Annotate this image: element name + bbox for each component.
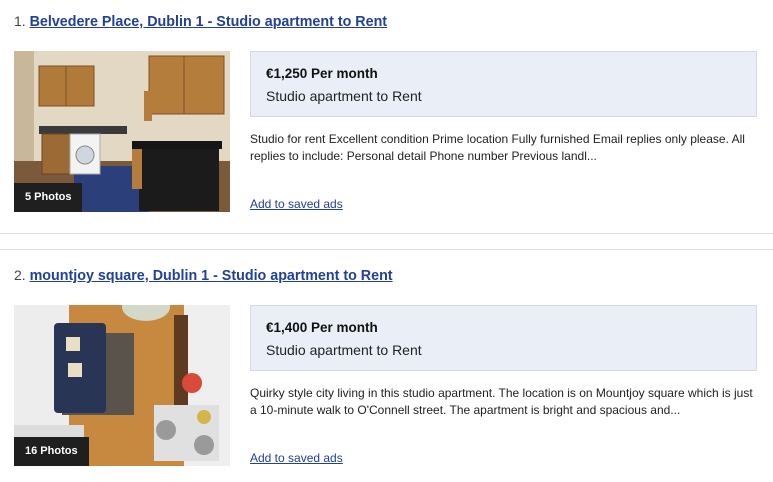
property-type-label: Studio apartment to Rent bbox=[266, 342, 422, 358]
listing-title-link[interactable]: Belvedere Place, Dublin 1 - Studio apart… bbox=[30, 14, 388, 30]
property-type-label: Studio apartment to Rent bbox=[266, 88, 422, 104]
listing-description: Studio for rent Excellent condition Prim… bbox=[250, 132, 745, 163]
listing-index: 1. bbox=[14, 13, 26, 29]
listing-title-row: 2. mountjoy square, Dublin 1 - Studio ap… bbox=[14, 267, 393, 284]
listing-title-row: 1. Belvedere Place, Dublin 1 - Studio ap… bbox=[14, 13, 387, 30]
price-label: €1,400 Per month bbox=[266, 320, 378, 335]
price-label: €1,250 Per month bbox=[266, 66, 378, 81]
listing-index: 2. bbox=[14, 267, 26, 283]
listing-photo[interactable]: 16 Photos bbox=[14, 305, 230, 466]
add-to-saved-ads-link[interactable]: Add to saved ads bbox=[250, 451, 343, 465]
photo-count-badge: 16 Photos bbox=[14, 437, 89, 466]
price-box: €1,400 Per month Studio apartment to Ren… bbox=[250, 305, 757, 371]
photo-count-badge: 5 Photos bbox=[14, 183, 83, 212]
listing-card: 2. mountjoy square, Dublin 1 - Studio ap… bbox=[0, 250, 773, 482]
listing-photo[interactable]: 5 Photos bbox=[14, 51, 230, 212]
divider bbox=[0, 233, 773, 234]
listing-card: 1. Belvedere Place, Dublin 1 - Studio ap… bbox=[0, 0, 773, 234]
add-to-saved-ads-link[interactable]: Add to saved ads bbox=[250, 197, 343, 211]
listing-description: Quirky style city living in this studio … bbox=[250, 386, 753, 417]
price-box: €1,250 Per month Studio apartment to Ren… bbox=[250, 51, 757, 117]
listing-title-link[interactable]: mountjoy square, Dublin 1 - Studio apart… bbox=[30, 268, 393, 284]
